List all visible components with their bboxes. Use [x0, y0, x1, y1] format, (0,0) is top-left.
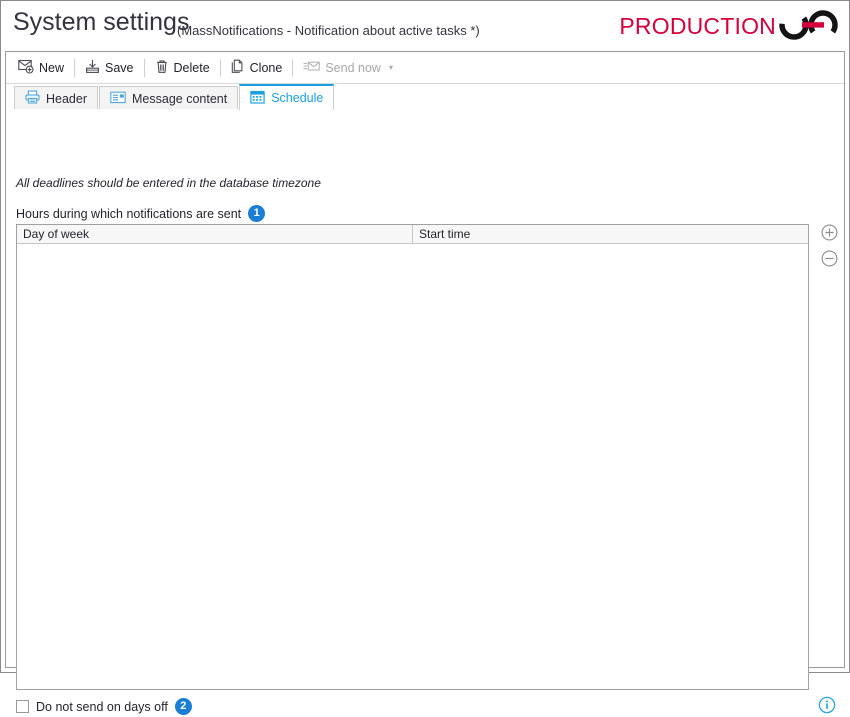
timezone-hint: All deadlines should be entered in the d…	[16, 176, 321, 190]
delete-button-label: Delete	[173, 60, 210, 75]
toolbar-separator	[292, 58, 294, 77]
send-now-button[interactable]: Send now ▾	[296, 56, 400, 80]
info-circle-icon[interactable]	[818, 696, 836, 714]
schedule-grid-header: Day of week Start time	[17, 225, 808, 244]
envelope-plus-icon	[18, 59, 34, 77]
do-not-send-on-days-off-checkbox[interactable]	[16, 700, 29, 713]
delete-button[interactable]: Delete	[148, 56, 217, 80]
chevron-down-icon[interactable]: ▾	[389, 63, 393, 72]
toolbar-separator	[143, 58, 145, 77]
toolbar-separator	[219, 58, 221, 77]
send-now-button-label: Send now	[325, 60, 381, 75]
days-off-option: Do not send on days off 2	[16, 698, 192, 715]
grid-row-controls	[818, 224, 840, 267]
tab-strip: Header Message content Schedule	[6, 84, 844, 110]
brand-logo: PRODUCTION	[619, 9, 841, 43]
column-header-day-of-week[interactable]: Day of week	[17, 225, 413, 243]
hours-section-label: Hours during which notifications are sen…	[16, 205, 266, 222]
calendar-icon	[250, 90, 265, 107]
minus-circle-icon[interactable]	[821, 250, 838, 267]
column-header-start-time[interactable]: Start time	[413, 225, 808, 243]
plus-circle-icon[interactable]	[821, 224, 838, 241]
new-button-label: New	[39, 60, 65, 75]
trash-icon	[155, 59, 169, 77]
title-bar: System settings (MassNotifications - Not…	[1, 1, 849, 49]
new-button[interactable]: New	[11, 56, 71, 80]
save-disk-icon	[85, 59, 100, 77]
tab-message-content[interactable]: Message content	[99, 86, 239, 110]
toolbar: New Save Delete Clone Send now ▾	[6, 52, 844, 84]
page-subtitle: (MassNotifications - Notification about …	[177, 23, 480, 38]
page-title: System settings	[13, 8, 190, 36]
application-window: System settings (MassNotifications - Not…	[0, 0, 850, 715]
clone-button-label: Clone	[249, 60, 283, 75]
tab-header-label: Header	[46, 91, 87, 106]
do-not-send-on-days-off-label: Do not send on days off	[36, 699, 168, 714]
content-frame: New Save Delete Clone Send now ▾ Header …	[5, 51, 845, 715]
schedule-grid-body[interactable]	[17, 244, 808, 689]
toolbar-separator	[74, 58, 76, 77]
clone-button[interactable]: Clone	[224, 56, 290, 80]
tab-header[interactable]: Header	[14, 86, 98, 110]
printer-icon	[25, 90, 40, 107]
tab-underline	[6, 109, 844, 110]
copy-pages-icon	[231, 59, 245, 77]
tab-schedule-label: Schedule	[271, 91, 324, 105]
save-button[interactable]: Save	[78, 56, 141, 80]
tab-message-content-label: Message content	[132, 91, 228, 106]
message-card-icon	[110, 91, 126, 107]
schedule-grid[interactable]: Day of week Start time	[16, 224, 809, 690]
days-off-badge: 2	[174, 698, 192, 715]
tab-schedule[interactable]: Schedule	[239, 84, 335, 110]
schedule-panel: All deadlines should be entered in the d…	[6, 110, 844, 715]
send-envelope-icon	[303, 59, 321, 76]
hours-section-label-text: Hours during which notifications are sen…	[16, 206, 242, 221]
save-button-label: Save	[105, 60, 134, 75]
hours-section-badge: 1	[248, 205, 266, 222]
brand-name: PRODUCTION	[619, 12, 776, 39]
chain-link-logo-icon	[777, 9, 841, 44]
